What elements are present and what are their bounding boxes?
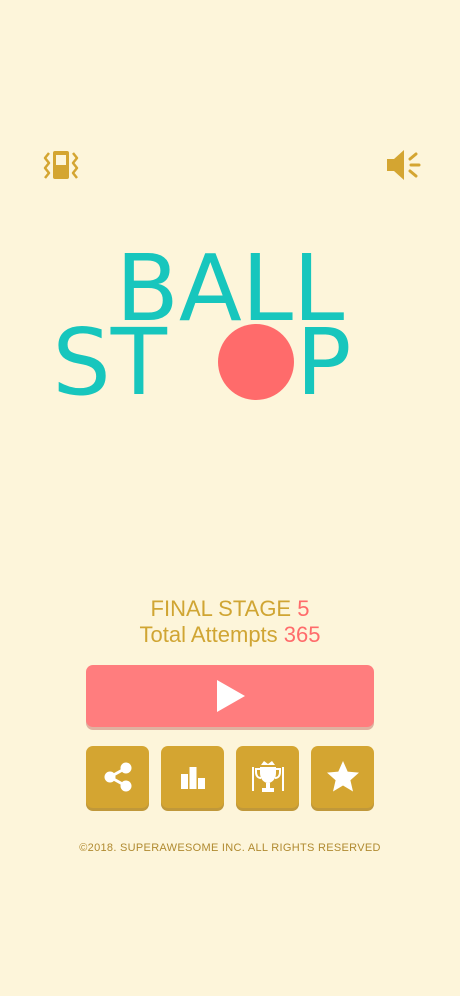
leaderboard-button[interactable] (161, 746, 224, 808)
game-logo: BALL ST P (0, 242, 460, 412)
attempts-value: 365 (283, 622, 321, 647)
play-icon (217, 680, 245, 712)
trophy-icon (251, 761, 284, 792)
leaderboard-icon (180, 767, 205, 789)
action-buttons-row (86, 746, 374, 808)
share-icon (104, 762, 131, 792)
play-button[interactable] (86, 665, 374, 727)
achievements-button[interactable] (236, 746, 299, 808)
copyright-text: ©2018. SUPERAWESOME INC. ALL RIGHTS RESE… (79, 842, 381, 854)
vibrate-toggle-icon[interactable] (41, 145, 81, 185)
speaker-on-icon (387, 150, 421, 180)
logo-ball (218, 324, 294, 400)
attempts-label: Total Attempts (139, 622, 278, 647)
final-stage-value: 5 (297, 596, 310, 621)
sound-toggle-icon[interactable] (383, 145, 423, 185)
final-stage-label: FINAL STAGE (150, 596, 292, 621)
vibrate-phone-icon (43, 151, 79, 179)
attempts-line: Total Attempts 365 (0, 622, 460, 648)
game-stats: FINAL STAGE 5 Total Attempts 365 (0, 596, 460, 648)
star-icon (326, 761, 359, 792)
final-stage-line: FINAL STAGE 5 (0, 596, 460, 622)
logo-line-p: P (296, 309, 351, 412)
logo-line-st: ST (52, 309, 167, 412)
rate-button[interactable] (311, 746, 374, 808)
share-button[interactable] (86, 746, 149, 808)
